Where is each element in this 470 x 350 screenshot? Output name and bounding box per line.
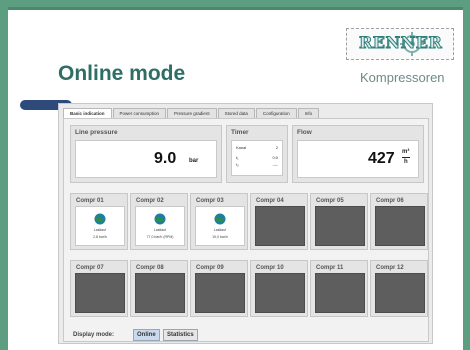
tab-stored-data[interactable]: Stored data — [217, 108, 255, 118]
globe-icon — [94, 213, 106, 225]
flow-display: 427 m³ h — [297, 140, 419, 178]
brand-name: RENNER — [358, 33, 443, 53]
timer-row-name: t₁ — [236, 155, 239, 160]
tab-bar: Basic indication Power consumption Press… — [63, 108, 320, 118]
timer-row-value: 0:0 — [272, 155, 278, 160]
compressor-offline-display — [375, 206, 425, 246]
compressor-name: Compr 08 — [136, 265, 164, 271]
compressor-offline-display — [135, 273, 185, 313]
compressor-cell[interactable]: Compr 04 — [250, 193, 308, 250]
tab-pressure-gradient[interactable]: Pressure gradient — [167, 108, 217, 118]
renner-logo: RENNER — [346, 28, 454, 60]
compressor-status: Lastlauf 2,8 bar/h — [75, 206, 125, 246]
flow-unit-bottom: h — [404, 159, 408, 165]
compressor-offline-display — [315, 273, 365, 313]
compressor-name: Compr 11 — [316, 265, 344, 271]
compressor-status-text: Lastlauf — [213, 228, 227, 232]
compressor-name: Compr 02 — [136, 198, 164, 204]
flow-unit-top: m³ — [402, 149, 410, 155]
compressor-status-detail: 19,0 bar/h — [212, 235, 228, 239]
timer-label: Timer — [231, 129, 249, 136]
compressor-offline-display — [195, 273, 245, 313]
brand-subtitle: Kompressoren — [360, 70, 445, 85]
compressor-name: Compr 07 — [76, 265, 104, 271]
timer-display: Kanal 2 t₁ 0:0 t₂ –:– — [231, 140, 283, 176]
compressor-offline-display — [255, 273, 305, 313]
globe-icon — [214, 213, 226, 225]
compressor-offline-display — [375, 273, 425, 313]
compressor-status-text: Lastlauf — [93, 228, 107, 232]
main-panel: Line pressure 9.0 bar Timer Kanal 2 t₁ 0… — [63, 118, 429, 342]
compressor-name: Compr 04 — [256, 198, 284, 204]
display-mode-statistics-button[interactable]: Statistics — [163, 329, 198, 341]
compressor-offline-display — [315, 206, 365, 246]
line-pressure-display: 9.0 bar — [75, 140, 217, 178]
compressor-name: Compr 09 — [196, 265, 224, 271]
line-pressure-label: Line pressure — [75, 129, 118, 136]
compressor-cell[interactable]: Compr 06 — [370, 193, 428, 250]
compressor-cell[interactable]: Compr 12 — [370, 260, 428, 317]
flow-value: 427 — [368, 150, 395, 167]
compressor-offline-display — [255, 206, 305, 246]
timer-row-value: –:– — [272, 162, 278, 167]
timer-row-name: Kanal — [236, 145, 247, 150]
compressor-status-text: Lastlauf — [153, 228, 167, 232]
compressor-status-detail: 2,8 bar/h — [93, 235, 107, 239]
tab-info[interactable]: Info — [297, 108, 320, 118]
compressor-cell[interactable]: Compr 10 — [250, 260, 308, 317]
compressor-name: Compr 05 — [316, 198, 344, 204]
line-pressure-box: Line pressure 9.0 bar — [70, 125, 222, 183]
compressor-status-detail: 77,0 bar/h (RPM) — [146, 235, 174, 239]
page-title: Online mode — [58, 62, 186, 85]
compressor-cell[interactable]: Compr 02 Lastlauf 77,0 bar/h (RPM) — [130, 193, 188, 250]
compressor-name: Compr 06 — [376, 198, 404, 204]
tab-power-consumption[interactable]: Power consumption — [112, 108, 167, 118]
compressor-cell[interactable]: Compr 03 Lastlauf 19,0 bar/h — [190, 193, 248, 250]
tab-basic-indication[interactable]: Basic indication — [63, 108, 112, 118]
timer-row-name: t₂ — [236, 162, 239, 167]
tab-configuration[interactable]: Configuration — [255, 108, 297, 118]
timer-box: Timer Kanal 2 t₁ 0:0 t₂ –:– — [226, 125, 288, 183]
compressor-name: Compr 12 — [376, 265, 404, 271]
display-mode-online-button[interactable]: Online — [133, 329, 160, 341]
hmi-screen: Basic indication Power consumption Press… — [58, 103, 433, 344]
compressor-cell[interactable]: Compr 08 — [130, 260, 188, 317]
compressor-status: Lastlauf 77,0 bar/h (RPM) — [135, 206, 185, 246]
line-pressure-value: 9.0 — [154, 150, 177, 167]
compressor-cell[interactable]: Compr 11 — [310, 260, 368, 317]
compressor-name: Compr 03 — [196, 198, 224, 204]
compressor-name: Compr 10 — [256, 265, 284, 271]
compressor-offline-display — [75, 273, 125, 313]
flow-unit-divider — [402, 157, 410, 158]
flow-box: Flow 427 m³ h — [292, 125, 424, 183]
compressor-name: Compr 01 — [76, 198, 104, 204]
flow-label: Flow — [297, 129, 312, 136]
display-mode-label: Display mode: — [73, 332, 115, 338]
compressor-cell[interactable]: Compr 07 — [70, 260, 128, 317]
frame-top-border — [8, 7, 463, 10]
line-pressure-unit: bar — [189, 158, 199, 164]
compressor-status: Lastlauf 19,0 bar/h — [195, 206, 245, 246]
compressor-cell[interactable]: Compr 01 Lastlauf 2,8 bar/h — [70, 193, 128, 250]
compressor-cell[interactable]: Compr 05 — [310, 193, 368, 250]
globe-icon — [154, 213, 166, 225]
timer-row-value: 2 — [275, 145, 278, 150]
compressor-cell[interactable]: Compr 09 — [190, 260, 248, 317]
